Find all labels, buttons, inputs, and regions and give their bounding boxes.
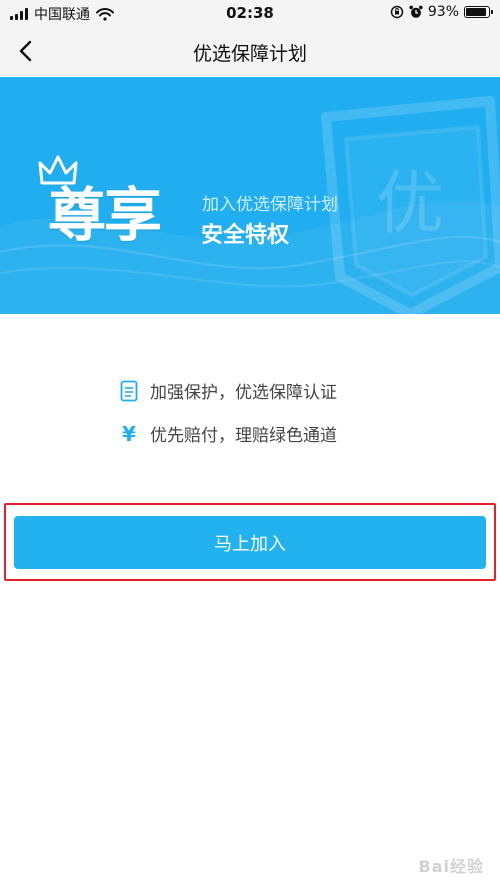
- feature-item-claims: ¥ 优先赔付，理赔绿色通道: [118, 421, 337, 447]
- promo-banner: 优 尊享 加入优选保障计划 安全特权: [0, 77, 500, 314]
- banner-headline: 尊享: [48, 181, 162, 249]
- document-icon: [118, 380, 140, 402]
- yen-icon: ¥: [122, 421, 136, 446]
- feature-item-protection: 加强保护，优选保障认证: [118, 378, 337, 403]
- alarm-icon: [409, 5, 423, 18]
- banner-badge-char: 优: [376, 165, 444, 244]
- nav-bar: 优选保障计划: [0, 26, 500, 76]
- status-right: 93%: [390, 4, 493, 20]
- feature-text: 优先赔付，理赔绿色通道: [150, 426, 337, 446]
- watermark: Bai经验: [418, 857, 484, 876]
- page-title: 优选保障计划: [192, 43, 307, 65]
- battery-percent: 93%: [427, 4, 459, 20]
- join-now-button[interactable]: 马上加入: [14, 516, 486, 569]
- battery-icon: [464, 6, 493, 18]
- battery-fill: [466, 8, 487, 16]
- feature-text: 加强保护，优选保障认证: [150, 383, 337, 403]
- status-bar: 中国联通 02:38 93%: [0, 0, 500, 26]
- banner-subtitle: 加入优选保障计划: [202, 195, 338, 215]
- rotation-lock-icon: [390, 5, 404, 19]
- banner-tagline: 安全特权: [201, 223, 290, 248]
